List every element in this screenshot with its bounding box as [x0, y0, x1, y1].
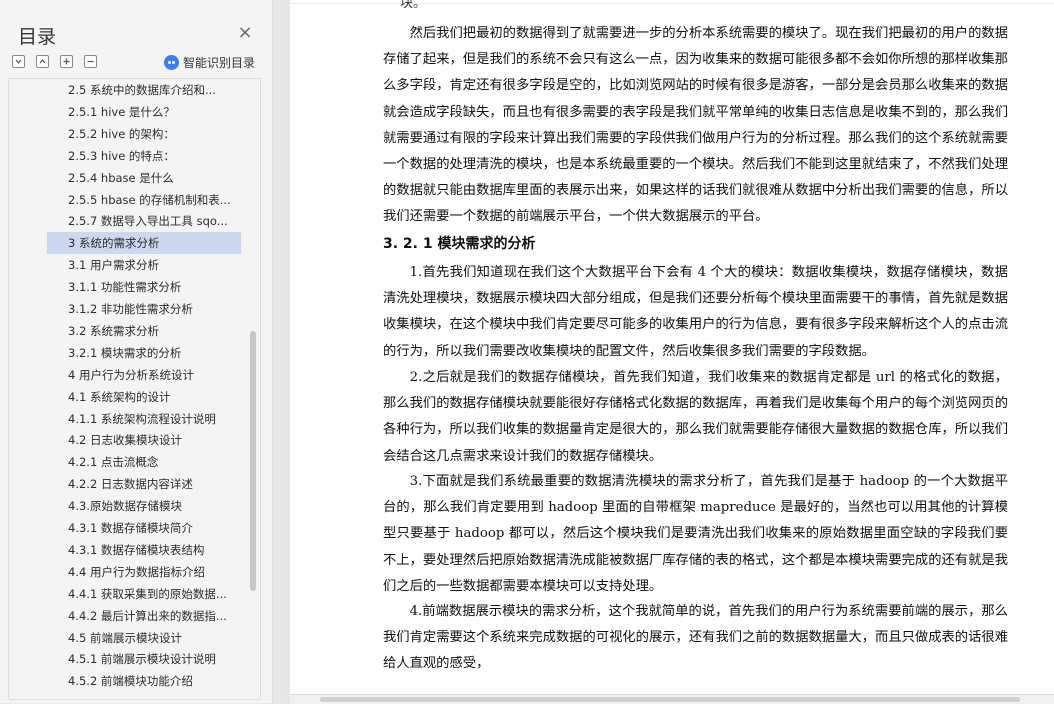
toc-item[interactable]: 4.2.1 点击流概念 — [47, 451, 241, 473]
document-page: 块。 然后我们把最初的数据得到了就需要进一步的分析本系统需要的模块了。现在我们把… — [290, 0, 1054, 703]
toc-item[interactable]: 4.5.2 前端模块功能介绍 — [47, 670, 241, 692]
toc-item[interactable]: 3.1.1 功能性需求分析 — [47, 276, 241, 298]
toc-item[interactable]: 4.1.1 系统架构流程设计说明 — [47, 408, 241, 430]
add-level-icon[interactable] — [60, 55, 73, 68]
toc-item[interactable]: 4.3.1 数据存储模块简介 — [47, 517, 241, 539]
scrollbar-thumb[interactable] — [320, 697, 1020, 702]
toc-item[interactable]: 2.5.5 hbase 的存储机制和表... — [47, 189, 241, 211]
expand-all-icon[interactable] — [12, 55, 25, 68]
toc-item[interactable]: 4.3.1 数据存储模块表结构 — [47, 539, 241, 561]
smart-toc-button[interactable]: 智能识别目录 — [164, 53, 255, 71]
body-paragraph-2: 2.之后就是我们的数据存储模块，首先我们知道，我们收集来的数据肯定都是 url … — [383, 370, 1008, 464]
toc-item[interactable]: 3.1.2 非功能性需求分析 — [47, 298, 241, 320]
section-heading: 3. 2. 1 模块需求的分析 — [383, 236, 536, 252]
body-paragraph-4: 4.前端数据展示模块的需求分析，这个我就简单的说，首先我们的用户行为系统需要前端… — [383, 604, 1008, 672]
collapse-up-icon[interactable] — [36, 55, 49, 68]
toc-item[interactable]: 3.2 系统需求分析 — [47, 320, 241, 342]
toc-item[interactable]: 2.5 系统中的数据库介绍和... — [47, 79, 241, 101]
toc-item[interactable]: 4.2.2 日志数据内容详述 — [47, 473, 241, 495]
toc-item[interactable]: 3 系统的需求分析 — [47, 232, 241, 255]
body-paragraph-3: 3.下面就是我们系统最重要的数据清洗模块的需求分析了，首先我们是基于 hadoo… — [383, 474, 1008, 594]
toc-item[interactable]: 2.5.1 hive 是什么？ — [47, 101, 241, 123]
toc-item[interactable]: 4 用户行为分析系统设计 — [47, 364, 241, 386]
toc-item[interactable]: 4.4 用户行为数据指标介绍 — [47, 561, 241, 583]
cutoff-text-fragment: 块。 — [400, 0, 427, 11]
toc-scrollbar[interactable] — [250, 331, 256, 591]
toc-sidebar: 目录 × 智能识别目录 2.5 系统中的数据库介绍和... 2.5.1 hive … — [0, 0, 273, 703]
toc-item[interactable]: 2.5.7 数据导入导出工具 sqo... — [47, 210, 241, 232]
toc-title: 目录 — [18, 26, 57, 48]
toc-item[interactable]: 4.2 日志收集模块设计 — [47, 429, 241, 451]
toc-list: 2.5 系统中的数据库介绍和... 2.5.1 hive 是什么？ 2.5.2 hi… — [8, 78, 261, 700]
toc-item[interactable]: 2.5.2 hive 的架构： — [47, 123, 241, 145]
toc-item[interactable]: 4.4.1 获取采集到的原始数据... — [47, 583, 241, 605]
toc-item[interactable]: 3.1 用户需求分析 — [47, 254, 241, 276]
smart-toc-label: 智能识别目录 — [183, 55, 256, 70]
remove-level-icon[interactable] — [84, 55, 97, 68]
close-icon[interactable]: × — [236, 24, 254, 42]
toc-item[interactable]: 4.5 前端展示模块设计 — [47, 627, 241, 649]
toc-item[interactable]: 2.5.3 hive 的特点： — [47, 145, 241, 167]
toc-item[interactable]: 4.5.1 前端展示模块设计说明 — [47, 648, 241, 670]
toc-item[interactable]: 3.2.1 模块需求的分析 — [47, 342, 241, 364]
toc-item[interactable]: 4.1 系统架构的设计 — [47, 386, 241, 408]
toc-item[interactable]: 4.3.原始数据存储模块 — [47, 495, 241, 517]
body-paragraph-1: 1.首先我们知道现在我们这个大数据平台下会有 4 个大的模块：数据收集模块，数据… — [383, 265, 1008, 359]
document-area: 块。 然后我们把最初的数据得到了就需要进一步的分析本系统需要的模块了。现在我们把… — [273, 0, 1054, 703]
toc-item[interactable]: 4.4.2 最后计算出来的数据指... — [47, 605, 241, 627]
ai-assistant-icon — [164, 54, 179, 70]
body-paragraph-intro: 然后我们把最初的数据得到了就需要进一步的分析本系统需要的模块了。现在我们把最初的… — [383, 26, 1008, 225]
toc-item[interactable]: 2.5.4 hbase 是什么 — [47, 167, 241, 189]
